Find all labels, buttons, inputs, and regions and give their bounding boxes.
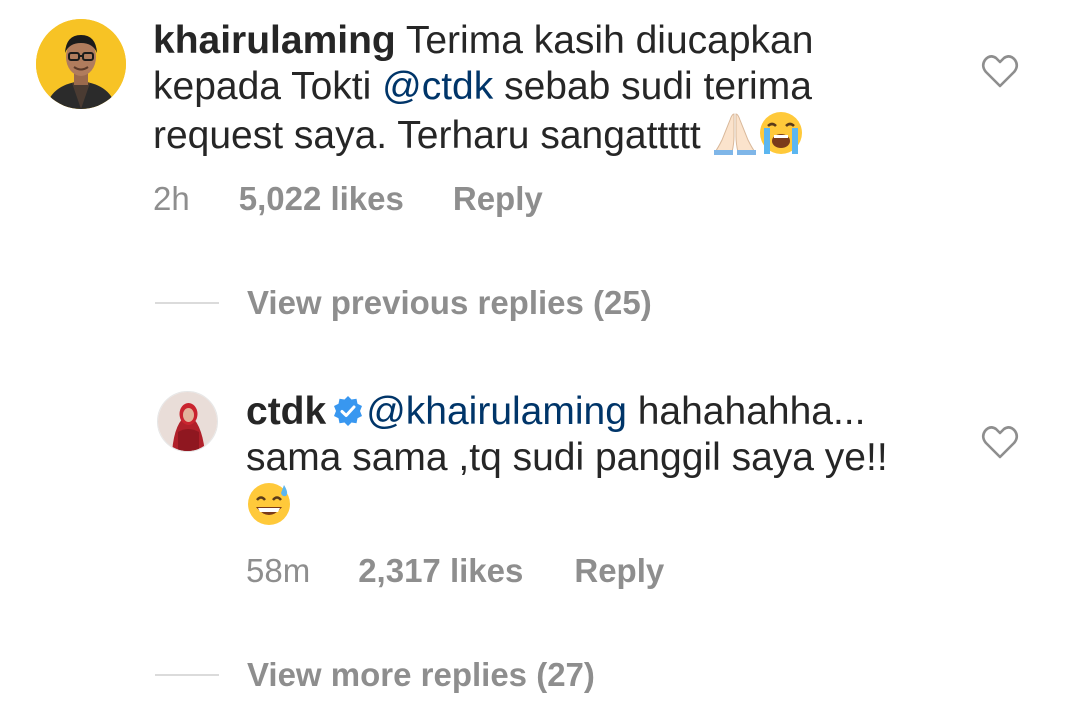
reply-meta: 58m 2,317 likes Reply [246, 552, 664, 590]
comment-likes[interactable]: 5,022 likes [239, 180, 404, 218]
reply-body: ctdk @khairulaming hahahahha... sama sam… [246, 389, 926, 530]
verified-badge-icon [332, 392, 364, 426]
view-more-replies-button[interactable]: View more replies (27) [155, 656, 595, 694]
view-previous-replies-button[interactable]: View previous replies (25) [155, 284, 652, 322]
reply-mention[interactable]: @khairulaming [366, 390, 627, 433]
divider-line [155, 674, 219, 676]
comments-thread: khairulaming Terima kasih diucapkan kepa… [0, 0, 1080, 718]
like-heart-icon[interactable] [980, 52, 1020, 92]
folded-hands-emoji [712, 110, 758, 156]
reply-username[interactable]: ctdk [246, 390, 326, 433]
avatar-portrait-icon [158, 392, 217, 451]
comment-meta: 2h 5,022 likes Reply [153, 180, 543, 218]
comment-time: 2h [153, 180, 190, 217]
reply-like-heart-icon[interactable] [980, 423, 1020, 463]
avatar[interactable] [36, 19, 126, 109]
reply-avatar[interactable] [157, 391, 218, 452]
reply-time: 58m [246, 552, 311, 589]
reply-button[interactable]: Reply [453, 180, 543, 218]
comment-mention[interactable]: @ctdk [382, 65, 493, 108]
view-more-replies-label: View more replies (27) [247, 656, 595, 693]
loudly-crying-emoji [758, 110, 804, 156]
avatar-portrait-icon [36, 19, 126, 109]
comment-body: khairulaming Terima kasih diucapkan kepa… [153, 18, 893, 159]
grinning-sweat-emoji [246, 481, 292, 527]
comment-username[interactable]: khairulaming [153, 19, 396, 62]
view-previous-replies-label: View previous replies (25) [247, 284, 652, 321]
divider-line [155, 302, 219, 304]
reply-likes[interactable]: 2,317 likes [358, 552, 523, 590]
reply-reply-button[interactable]: Reply [574, 552, 664, 590]
